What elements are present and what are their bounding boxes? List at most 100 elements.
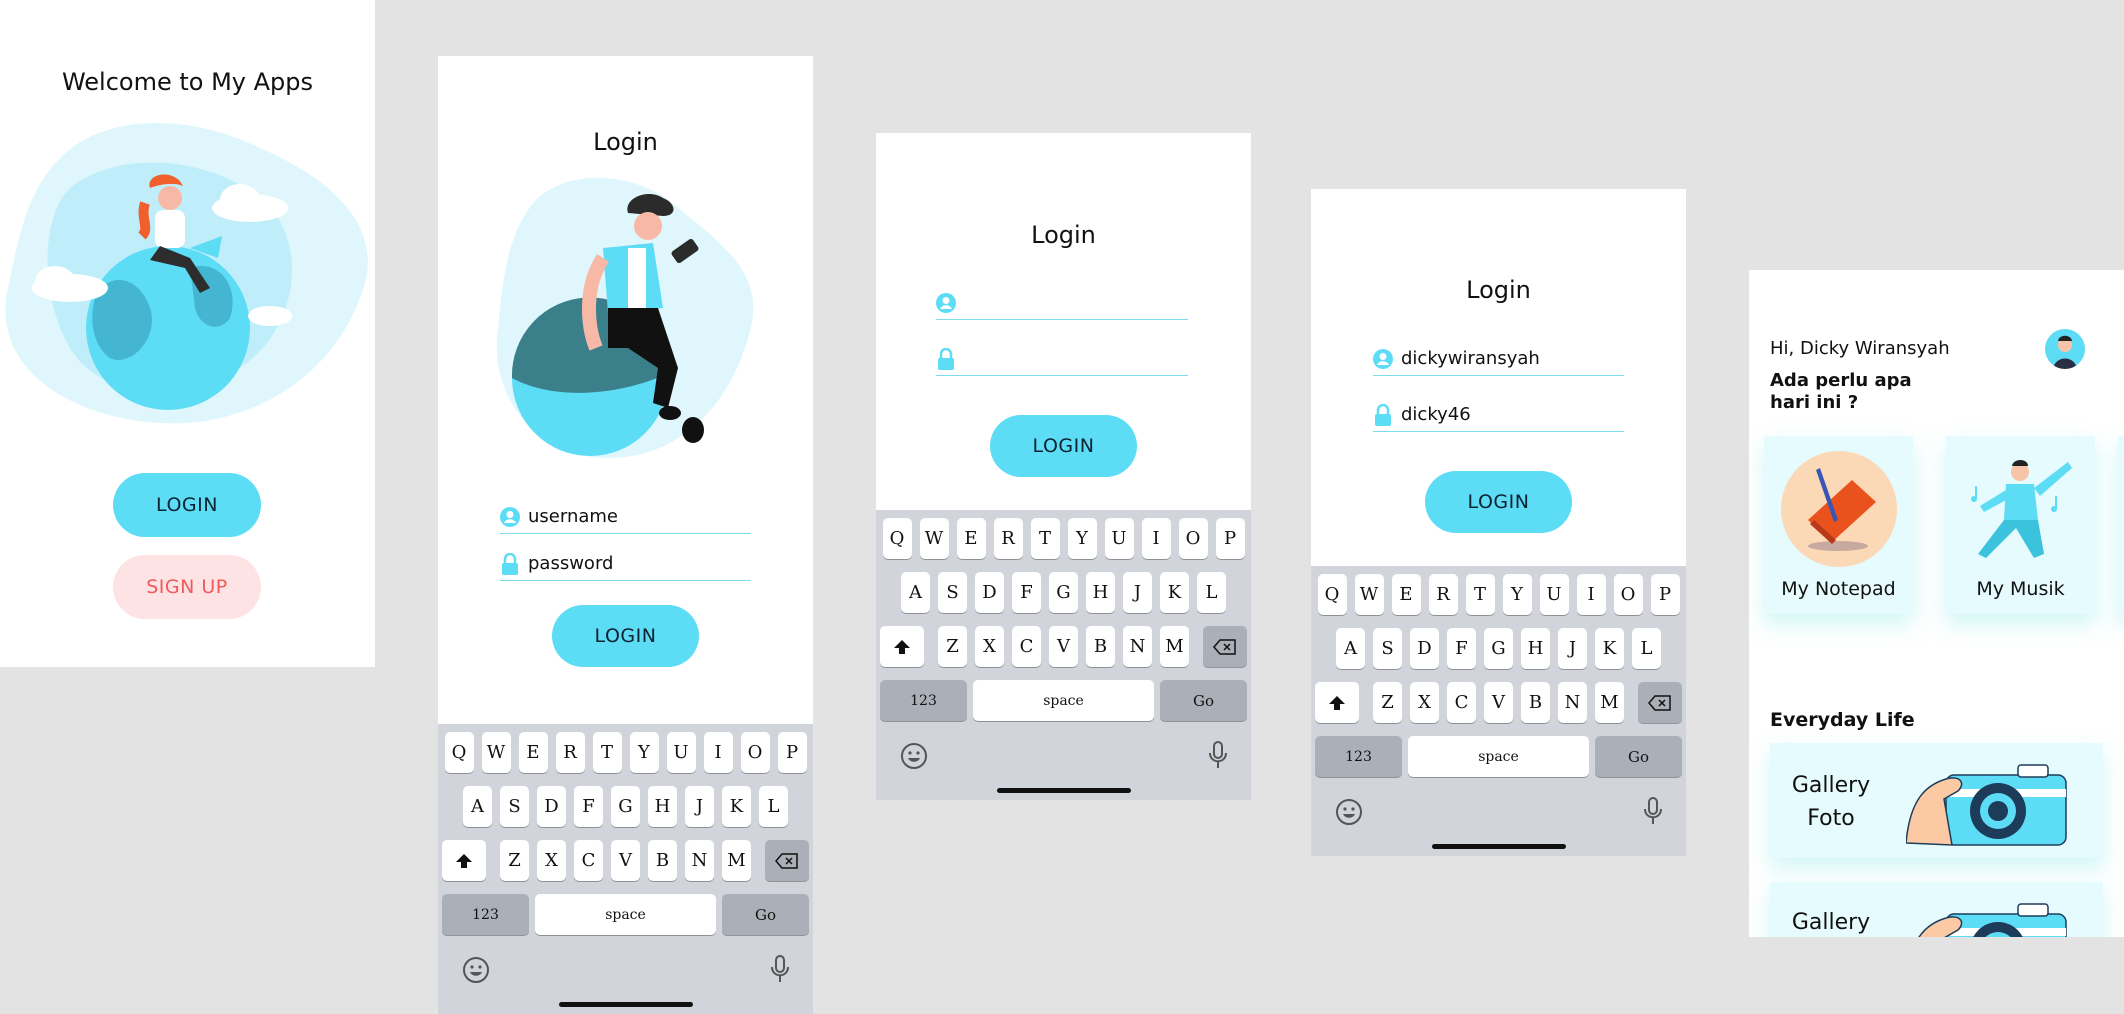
mic-icon[interactable] (770, 954, 790, 984)
key[interactable]: O (1178, 518, 1208, 559)
key[interactable]: Y (1067, 518, 1097, 559)
numbers-key[interactable]: 123 (1315, 736, 1402, 777)
app-card-more[interactable] (2118, 436, 2124, 614)
key[interactable]: U (666, 732, 696, 773)
key[interactable]: F (1447, 628, 1476, 669)
key[interactable]: K (1160, 572, 1189, 613)
app-card-notepad[interactable]: My Notepad (1764, 436, 1913, 614)
password-field[interactable] (936, 342, 1188, 376)
key[interactable]: B (1086, 626, 1115, 667)
key[interactable]: W (481, 732, 511, 773)
password-field[interactable]: password (500, 547, 751, 581)
key[interactable]: M (1595, 682, 1624, 723)
key[interactable]: A (463, 786, 492, 827)
key[interactable]: B (648, 840, 677, 881)
key[interactable]: R (993, 518, 1023, 559)
emoji-icon[interactable] (900, 742, 928, 770)
key[interactable]: Z (500, 840, 529, 881)
space-key[interactable]: space (973, 680, 1154, 721)
key[interactable]: V (611, 840, 640, 881)
key[interactable]: O (1613, 574, 1643, 615)
space-key[interactable]: space (1408, 736, 1589, 777)
key[interactable]: X (537, 840, 566, 881)
key[interactable]: I (703, 732, 733, 773)
shift-key[interactable] (880, 626, 924, 667)
key[interactable]: D (975, 572, 1004, 613)
key[interactable]: P (777, 732, 807, 773)
key[interactable]: L (1197, 572, 1226, 613)
key[interactable]: B (1521, 682, 1550, 723)
key[interactable]: S (1373, 628, 1402, 669)
key[interactable]: E (518, 732, 548, 773)
login-button[interactable]: LOGIN (990, 415, 1137, 477)
numbers-key[interactable]: 123 (442, 894, 529, 935)
key[interactable]: L (1632, 628, 1661, 669)
key[interactable]: P (1215, 518, 1245, 559)
space-key[interactable]: space (535, 894, 716, 935)
username-field[interactable] (936, 286, 1188, 320)
key[interactable]: G (1484, 628, 1513, 669)
key[interactable]: X (1410, 682, 1439, 723)
key[interactable]: J (1123, 572, 1152, 613)
key[interactable]: E (1391, 574, 1421, 615)
key[interactable]: I (1141, 518, 1171, 559)
key[interactable]: V (1049, 626, 1078, 667)
key[interactable]: U (1104, 518, 1134, 559)
key[interactable]: A (1336, 628, 1365, 669)
numbers-key[interactable]: 123 (880, 680, 967, 721)
gallery-card-1[interactable]: Gallery Foto (1770, 743, 2103, 858)
backspace-key[interactable] (1638, 682, 1682, 723)
username-field[interactable]: username (500, 500, 751, 534)
emoji-icon[interactable] (1335, 798, 1363, 826)
key[interactable]: U (1539, 574, 1569, 615)
go-key[interactable]: Go (1160, 680, 1247, 721)
key[interactable]: S (500, 786, 529, 827)
key[interactable]: N (1558, 682, 1587, 723)
key[interactable]: N (685, 840, 714, 881)
key[interactable]: T (592, 732, 622, 773)
key[interactable]: X (975, 626, 1004, 667)
key[interactable]: H (648, 786, 677, 827)
key[interactable]: M (1160, 626, 1189, 667)
username-field[interactable]: dickywiransyah (1373, 342, 1624, 376)
key[interactable]: R (555, 732, 585, 773)
key[interactable]: E (956, 518, 986, 559)
password-field[interactable]: dicky46 (1373, 398, 1624, 432)
key[interactable]: Z (1373, 682, 1402, 723)
key[interactable]: R (1428, 574, 1458, 615)
go-key[interactable]: Go (722, 894, 809, 935)
key[interactable]: K (722, 786, 751, 827)
key[interactable]: A (901, 572, 930, 613)
key[interactable]: F (1012, 572, 1041, 613)
key[interactable]: G (611, 786, 640, 827)
shift-key[interactable] (1315, 682, 1359, 723)
key[interactable]: Q (882, 518, 912, 559)
key[interactable]: P (1650, 574, 1680, 615)
backspace-key[interactable] (1203, 626, 1247, 667)
key[interactable]: N (1123, 626, 1152, 667)
key[interactable]: H (1521, 628, 1550, 669)
key[interactable]: Z (938, 626, 967, 667)
key[interactable]: K (1595, 628, 1624, 669)
welcome-login-button[interactable]: LOGIN (113, 473, 261, 537)
key[interactable]: T (1465, 574, 1495, 615)
login-button[interactable]: LOGIN (552, 605, 699, 667)
key[interactable]: M (722, 840, 751, 881)
mic-icon[interactable] (1208, 740, 1228, 770)
login-button[interactable]: LOGIN (1425, 471, 1572, 533)
key[interactable]: J (1558, 628, 1587, 669)
key[interactable]: L (759, 786, 788, 827)
avatar[interactable] (2045, 329, 2085, 369)
key[interactable]: V (1484, 682, 1513, 723)
key[interactable]: C (1447, 682, 1476, 723)
key[interactable]: S (938, 572, 967, 613)
key[interactable]: I (1576, 574, 1606, 615)
backspace-key[interactable] (765, 840, 809, 881)
key[interactable]: Q (1317, 574, 1347, 615)
gallery-card-2[interactable]: Gallery (1770, 882, 2103, 937)
key[interactable]: C (1012, 626, 1041, 667)
key[interactable]: C (574, 840, 603, 881)
key[interactable]: G (1049, 572, 1078, 613)
key[interactable]: F (574, 786, 603, 827)
key[interactable]: H (1086, 572, 1115, 613)
